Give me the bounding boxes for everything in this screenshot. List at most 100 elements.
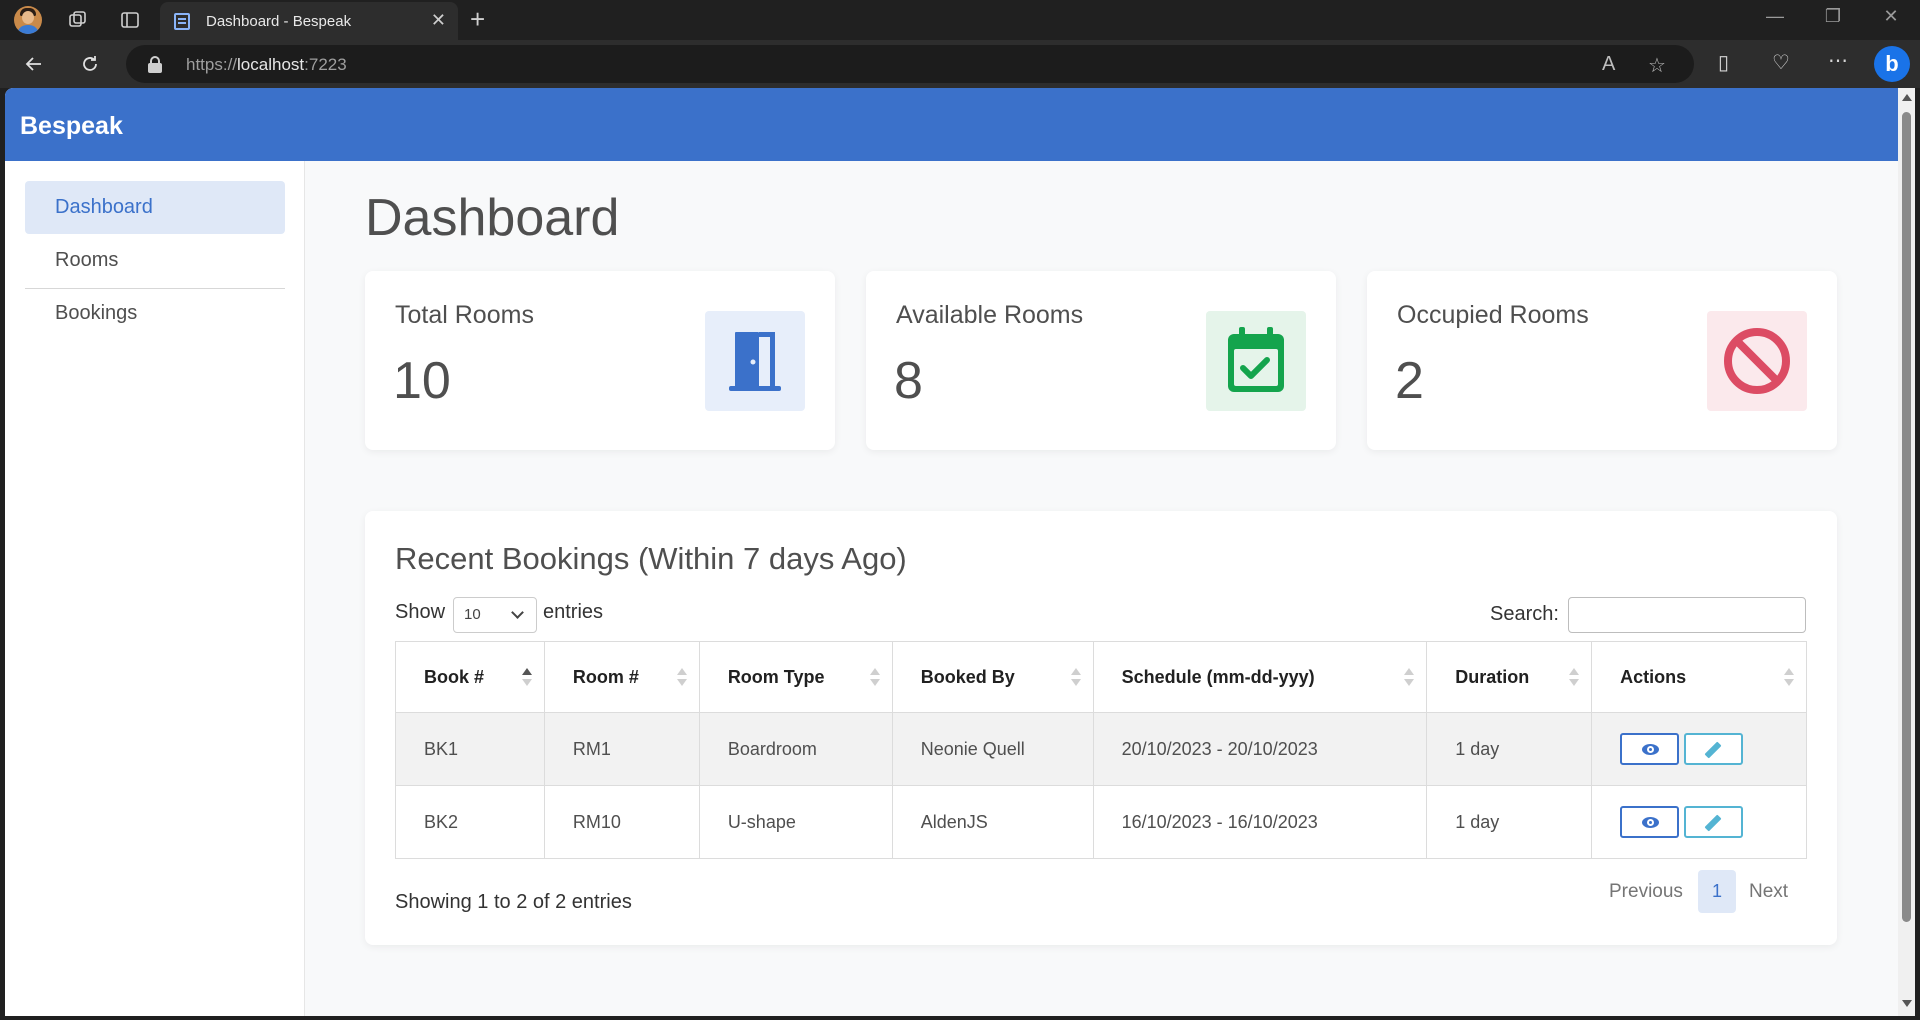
scroll-thumb[interactable] <box>1902 112 1911 922</box>
sort-asc-icon <box>521 668 532 688</box>
sidebar-item-bookings[interactable]: Bookings <box>25 287 285 340</box>
search-label: Search: <box>1490 603 1559 625</box>
restore-icon[interactable]: ❐ <box>1810 6 1856 27</box>
sort-icon <box>1784 668 1794 688</box>
scroll-up-icon[interactable] <box>1902 94 1912 101</box>
bookings-table: Book # Room # Room Type Booked By Schedu… <box>395 641 1807 859</box>
recent-bookings-card: Recent Bookings (Within 7 days Ago) Show… <box>365 511 1837 945</box>
column-header-booked-by[interactable]: Booked By <box>891 641 1094 713</box>
address-bar[interactable]: https://localhost:7223 A ☆ <box>126 45 1694 83</box>
show-label: Show <box>395 601 446 623</box>
stat-value: 10 <box>393 352 451 410</box>
view-button[interactable] <box>1620 733 1680 765</box>
brand-logo[interactable]: Bespeak <box>20 112 123 141</box>
view-button[interactable] <box>1620 806 1680 838</box>
cell-book: BK2 <box>395 785 545 859</box>
read-aloud-icon[interactable]: A <box>1602 53 1615 76</box>
more-options-icon[interactable]: ⋯ <box>1828 48 1848 73</box>
pencil-icon <box>1704 741 1722 759</box>
page-favicon-icon <box>174 13 190 30</box>
edit-button[interactable] <box>1684 733 1744 765</box>
stat-label: Available Rooms <box>896 301 1084 329</box>
refresh-icon[interactable] <box>76 50 104 78</box>
sort-icon <box>676 668 687 688</box>
table-header-row: Book # Room # Room Type Booked By Schedu… <box>395 641 1807 713</box>
sort-icon <box>869 668 880 688</box>
calendar-check-icon <box>1206 311 1306 411</box>
eye-icon <box>1642 817 1660 828</box>
entries-label: entries <box>543 601 604 623</box>
eye-icon <box>1642 744 1660 755</box>
column-header-schedule[interactable]: Schedule (mm-dd-yyy) <box>1092 641 1428 713</box>
tab-actions-icon[interactable] <box>116 6 144 34</box>
cell-actions <box>1591 785 1807 859</box>
column-header-duration[interactable]: Duration <box>1426 641 1593 713</box>
page-length-select[interactable]: 10 <box>453 597 537 633</box>
cell-room-type: Boardroom <box>698 712 893 786</box>
profile-avatar[interactable] <box>14 6 42 34</box>
active-tab[interactable]: Dashboard - Bespeak ✕ <box>160 2 458 40</box>
scroll-down-icon[interactable] <box>1902 1000 1912 1007</box>
stat-label: Total Rooms <box>395 301 534 329</box>
stat-value: 8 <box>894 352 923 410</box>
cell-booked-by: AldenJS <box>891 785 1094 859</box>
copilot-icon[interactable]: b <box>1874 46 1910 82</box>
pagination-previous[interactable]: Previous <box>1609 881 1683 903</box>
column-header-room[interactable]: Room # <box>543 641 700 713</box>
top-navbar: Bespeak <box>5 88 1898 161</box>
cell-booked-by: Neonie Quell <box>891 712 1094 786</box>
column-header-book[interactable]: Book # <box>395 641 545 713</box>
section-title: Recent Bookings (Within 7 days Ago) <box>395 541 907 576</box>
cell-duration: 1 day <box>1426 785 1593 859</box>
sidebar-item-dashboard[interactable]: Dashboard <box>25 181 285 234</box>
page-viewport: Bespeak Dashboard Rooms Bookings Dashboa… <box>5 88 1898 1016</box>
door-icon <box>705 311 805 411</box>
sort-icon <box>1404 668 1415 688</box>
page-title: Dashboard <box>365 189 620 247</box>
sort-icon <box>1070 668 1081 688</box>
sort-icon <box>1569 668 1580 688</box>
search-input[interactable] <box>1568 597 1806 633</box>
tab-title: Dashboard - Bespeak <box>206 13 352 30</box>
cell-room: RM1 <box>543 712 700 786</box>
stat-label: Occupied Rooms <box>1397 301 1589 329</box>
url-text: https://localhost:7223 <box>186 55 347 74</box>
column-header-actions[interactable]: Actions <box>1591 641 1807 713</box>
stat-card-occupied-rooms: Occupied Rooms 2 <box>1367 271 1837 450</box>
page-scrollbar[interactable] <box>1898 88 1915 1016</box>
stat-card-available-rooms: Available Rooms 8 <box>866 271 1336 450</box>
minimize-icon[interactable]: — <box>1752 6 1798 27</box>
column-header-room-type[interactable]: Room Type <box>698 641 893 713</box>
sidebar-item-rooms[interactable]: Rooms <box>25 234 285 287</box>
pencil-icon <box>1704 814 1722 832</box>
browser-essentials-icon[interactable]: ♡ <box>1772 50 1790 75</box>
close-window-icon[interactable]: ✕ <box>1868 6 1914 27</box>
chevron-down-icon <box>511 606 524 619</box>
pagination-page-1[interactable]: 1 <box>1698 870 1736 913</box>
workspaces-icon[interactable] <box>64 6 92 34</box>
cell-room: RM10 <box>543 785 700 859</box>
favorite-star-icon[interactable]: ☆ <box>1648 53 1666 78</box>
table-info: Showing 1 to 2 of 2 entries <box>395 891 632 913</box>
sidebar: Dashboard Rooms Bookings <box>5 161 305 1016</box>
ban-icon <box>1707 311 1807 411</box>
back-icon[interactable] <box>20 50 48 78</box>
table-row: BK2 RM10 U-shape AldenJS 16/10/2023 - 16… <box>395 785 1807 859</box>
lock-icon[interactable] <box>148 56 162 73</box>
edit-button[interactable] <box>1684 806 1744 838</box>
browser-toolbar: https://localhost:7223 A ☆ ▯ ♡ ⋯ <box>0 40 1920 88</box>
new-tab-icon[interactable]: + <box>470 4 485 35</box>
cell-schedule: 20/10/2023 - 20/10/2023 <box>1092 712 1428 786</box>
cell-actions <box>1591 712 1807 786</box>
cell-duration: 1 day <box>1426 712 1593 786</box>
browser-tab-bar: Dashboard - Bespeak ✕ + — ❐ ✕ <box>0 0 1920 40</box>
cell-room-type: U-shape <box>698 785 893 859</box>
close-tab-icon[interactable]: ✕ <box>431 10 446 31</box>
pagination-next[interactable]: Next <box>1749 881 1788 903</box>
table-row: BK1 RM1 Boardroom Neonie Quell 20/10/202… <box>395 712 1807 786</box>
cell-book: BK1 <box>395 712 545 786</box>
split-screen-icon[interactable]: ▯ <box>1718 50 1729 75</box>
cell-schedule: 16/10/2023 - 16/10/2023 <box>1092 785 1428 859</box>
stat-value: 2 <box>1395 352 1424 410</box>
stat-card-total-rooms: Total Rooms 10 <box>365 271 835 450</box>
